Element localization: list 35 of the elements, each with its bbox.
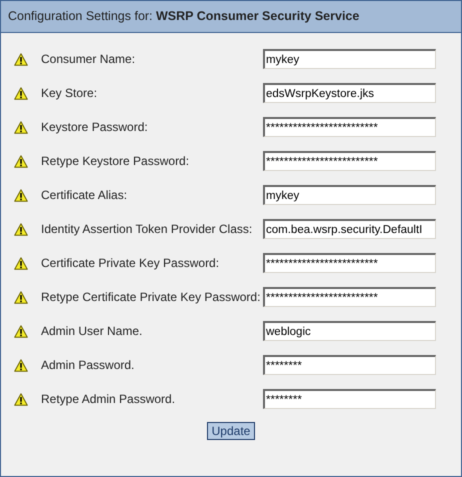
input-field[interactable]: mykey	[263, 185, 436, 205]
warning-icon	[14, 120, 28, 134]
field-label: Retype Keystore Password:	[41, 153, 190, 170]
input-field[interactable]: com.bea.wsrp.security.DefaultI	[263, 219, 436, 239]
input-field[interactable]: ********	[263, 389, 436, 409]
input-field[interactable]: edsWsrpKeystore.jks	[263, 83, 436, 103]
warning-icon	[14, 392, 28, 406]
input-field[interactable]: *************************	[263, 287, 436, 307]
field-label: Admin User Name.	[41, 323, 144, 340]
input-field[interactable]: mykey	[263, 49, 436, 69]
warning-icon	[14, 256, 28, 270]
field-label: Identity Assertion Token Provider Class:	[41, 221, 254, 238]
field-label: Retype Admin Password.	[41, 391, 176, 408]
input-field[interactable]: *************************	[263, 253, 436, 273]
warning-icon	[14, 86, 28, 100]
panel-header: Configuration Settings for: WSRP Consumer Security Service	[1, 1, 461, 33]
input-field[interactable]: *************************	[263, 151, 436, 171]
field-label: Certificate Alias:	[41, 187, 128, 204]
warning-icon	[14, 222, 28, 236]
warning-icon	[14, 324, 28, 338]
field-label: Retype Certificate Private Key Password:	[41, 289, 262, 306]
warning-icon	[14, 154, 28, 168]
field-label: Keystore Password:	[41, 119, 149, 136]
warning-icon	[14, 188, 28, 202]
warning-icon	[14, 290, 28, 304]
field-label: Certificate Private Key Password:	[41, 255, 220, 272]
input-field[interactable]: weblogic	[263, 321, 436, 341]
warning-icon	[14, 358, 28, 372]
warning-icon	[14, 52, 28, 66]
field-label: Key Store:	[41, 85, 98, 102]
field-label: Admin Password.	[41, 357, 136, 374]
update-button[interactable]: Update	[206, 422, 256, 440]
input-field[interactable]: *************************	[263, 117, 436, 137]
field-label: Consumer Name:	[41, 51, 136, 68]
input-field[interactable]: ********	[263, 355, 436, 375]
